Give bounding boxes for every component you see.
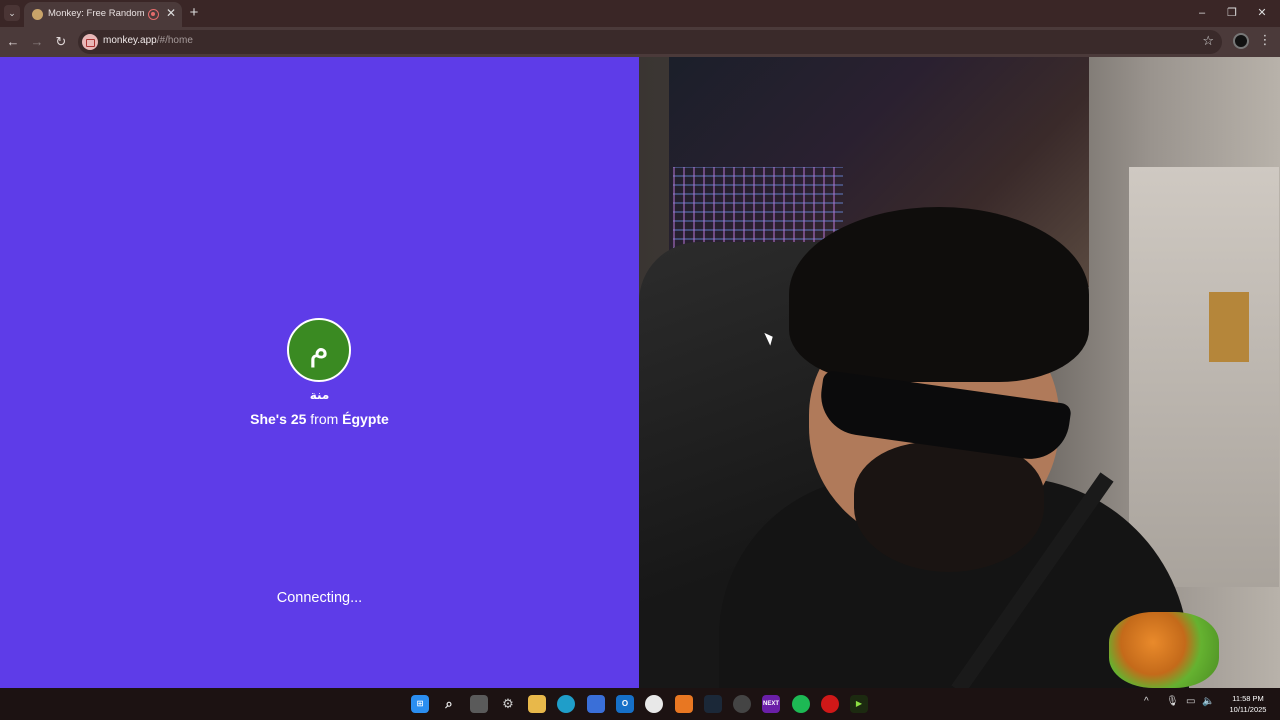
self-video-feed: [639, 57, 1280, 688]
person-hair: [789, 207, 1089, 382]
browser-toolbar: ← → ↻ monkey.app/#/home ☆ ⋮: [0, 27, 1280, 57]
minimize-icon[interactable]: –: [1192, 4, 1212, 22]
close-tab-icon[interactable]: ✕: [164, 5, 178, 21]
next-app-icon[interactable]: NEXT: [762, 695, 780, 713]
tab-strip: ⌄ Monkey: Free Random Vide ✕ + – ❐ ✕: [0, 0, 1280, 27]
back-button[interactable]: ←: [4, 32, 22, 52]
url-path: /#/home: [156, 35, 193, 46]
volume-icon[interactable]: 🔈: [1202, 696, 1214, 707]
settings-gear-icon[interactable]: ⚙: [499, 695, 517, 713]
orange-app-icon[interactable]: [675, 695, 693, 713]
search-icon[interactable]: ⌕: [440, 695, 458, 713]
tray-overflow-icon[interactable]: ^: [1144, 696, 1149, 707]
match-country: Égypte: [342, 411, 389, 427]
shelf-box: [1209, 292, 1249, 362]
taskbar-clock[interactable]: 11:58 PM 10/11/2025: [1222, 693, 1274, 715]
recording-indicator-icon: [148, 9, 159, 20]
match-age: 25: [290, 411, 307, 427]
match-pronoun: She's: [250, 411, 287, 427]
tab-search-button[interactable]: ⌄: [4, 5, 20, 21]
ai-app-icon[interactable]: [733, 695, 751, 713]
profile-avatar[interactable]: [1233, 33, 1249, 49]
bookmark-star-icon[interactable]: ☆: [1202, 33, 1214, 49]
connection-status: Connecting...: [276, 590, 363, 606]
browser-menu-icon[interactable]: ⋮: [1258, 32, 1272, 52]
match-avatar: م: [287, 318, 351, 382]
clock-time: 11:58 PM: [1232, 694, 1264, 703]
tab-title: Monkey: Free Random Vide: [48, 8, 144, 19]
match-from-label: from: [310, 411, 339, 427]
forward-button[interactable]: →: [28, 32, 46, 52]
restore-icon[interactable]: ❐: [1222, 4, 1242, 22]
match-panel: م منة She's 25 from Égypte Connecting...: [0, 57, 639, 688]
edge-icon[interactable]: [557, 695, 575, 713]
person-beard: [854, 442, 1044, 572]
url-text: monkey.app/#/home: [103, 35, 193, 46]
opera-gx-icon[interactable]: [821, 695, 839, 713]
match-details: She's 25 from Égypte: [0, 411, 639, 427]
network-icon[interactable]: ▭: [1186, 696, 1195, 707]
steam-icon[interactable]: [704, 695, 722, 713]
windows-taskbar: ⊞ ⌕ ⚙ O NEXT ▶ ^ 🎙 ▭ 🔈 11:58 PM 10/11/20…: [0, 688, 1280, 720]
microsoft-store-icon[interactable]: [587, 695, 605, 713]
windows-start-icon[interactable]: ⊞: [411, 695, 429, 713]
outlook-icon[interactable]: O: [616, 695, 634, 713]
new-tab-button[interactable]: +: [186, 4, 202, 22]
match-name: منة: [309, 388, 330, 402]
browser-tab[interactable]: Monkey: Free Random Vide ✕: [24, 2, 182, 27]
file-explorer-icon[interactable]: [528, 695, 546, 713]
green-app-icon[interactable]: ▶: [850, 695, 868, 713]
microphone-icon[interactable]: 🎙: [1166, 696, 1179, 707]
address-bar[interactable]: monkey.app/#/home ☆: [78, 30, 1222, 54]
shelf: [1129, 167, 1279, 587]
spotify-icon[interactable]: [792, 695, 810, 713]
task-view-icon[interactable]: [470, 695, 488, 713]
plush-toy: [1109, 612, 1219, 688]
url-host: monkey.app: [103, 35, 157, 46]
reload-button[interactable]: ↻: [52, 32, 70, 52]
monkey-favicon-icon: [32, 9, 43, 20]
clock-date: 10/11/2025: [1229, 705, 1267, 714]
close-window-icon[interactable]: ✕: [1252, 4, 1272, 22]
chrome-icon[interactable]: [645, 695, 663, 713]
camera-permission-icon[interactable]: [82, 34, 98, 50]
